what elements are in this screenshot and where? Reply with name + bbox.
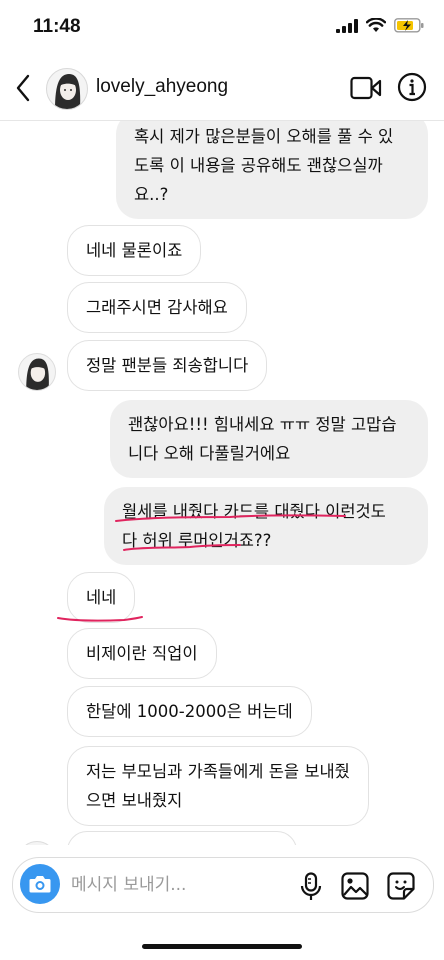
status-bar: 11:48 [0, 0, 444, 56]
wifi-icon [366, 18, 386, 32]
info-icon[interactable] [397, 72, 427, 102]
microphone-icon[interactable] [299, 872, 323, 902]
message-incoming: 한달에 1000-2000은 버는데 [67, 686, 312, 737]
message-incoming-partial [67, 831, 297, 845]
message-incoming: 정말 팬분들 죄송합니다 [67, 340, 268, 391]
message-line: 요..? [134, 185, 169, 204]
message-incoming: 네네 [67, 572, 136, 623]
gallery-icon[interactable] [341, 872, 369, 900]
message-outgoing: 혹시 제가 많은분들이 오해를 풀 수 있 도록 이 내용을 공유해도 괜찮으실… [116, 121, 428, 219]
message-thread[interactable]: 혹시 제가 많은분들이 오해를 풀 수 있 도록 이 내용을 공유해도 괜찮으실… [0, 121, 444, 845]
home-indicator[interactable] [142, 944, 302, 949]
back-chevron-icon[interactable] [12, 72, 36, 104]
message-line: 괜찮아요!!! 힘내세요 ㅠㅠ 정말 고맙습 [128, 415, 397, 434]
sender-avatar[interactable] [18, 353, 56, 391]
battery-charging-icon [394, 18, 424, 33]
message-line: 다 허위 루머인거죠?? [122, 531, 272, 550]
message-outgoing: 괜찮아요!!! 힘내세요 ㅠㅠ 정말 고맙습 니다 오해 다풀릴거에요 [110, 400, 428, 478]
video-call-icon[interactable] [350, 76, 382, 100]
message-outgoing: 월세를 내줬다 카드를 대줬다 이런것도 다 허위 루머인거죠?? [104, 487, 428, 565]
message-line: 니다 오해 다풀릴거에요 [128, 444, 291, 463]
chat-header: lovely_ahyeong [0, 56, 444, 121]
status-time: 11:48 [33, 16, 81, 37]
message-composer [12, 857, 434, 913]
message-incoming: 네네 물론이죠 [67, 225, 202, 276]
message-line: 으면 보내줬지 [86, 791, 183, 810]
sticker-icon[interactable] [387, 872, 415, 900]
message-input[interactable] [71, 866, 271, 904]
message-incoming: 저는 부모님과 가족들에게 돈을 보내줬 으면 보내줬지 [67, 746, 369, 826]
status-icons [336, 18, 424, 33]
message-line: 저는 부모님과 가족들에게 돈을 보내줬 [86, 762, 350, 781]
message-line: 네네 물론이죠 [86, 241, 183, 260]
message-line: 정말 팬분들 죄송합니다 [86, 356, 249, 375]
message-line: 한달에 1000-2000은 버는데 [86, 702, 293, 721]
message-incoming: 그래주시면 감사해요 [67, 282, 247, 333]
camera-button[interactable] [20, 864, 60, 904]
camera-icon [29, 876, 51, 893]
message-incoming: 비제이란 직업이 [67, 628, 217, 679]
message-line: 비제이란 직업이 [86, 644, 198, 663]
message-line: 월세를 내줬다 카드를 대줬다 이런것도 [122, 502, 386, 521]
chat-username[interactable]: lovely_ahyeong [96, 76, 228, 98]
message-line: 혹시 제가 많은분들이 오해를 풀 수 있 [134, 127, 394, 146]
profile-avatar[interactable] [46, 68, 88, 110]
message-line: 그래주시면 감사해요 [86, 298, 228, 317]
message-line: 네네 [86, 588, 117, 607]
sender-avatar-partial[interactable] [18, 841, 56, 845]
signal-icon [336, 18, 358, 33]
message-line: 도록 이 내용을 공유해도 괜찮으실까 [134, 156, 383, 175]
